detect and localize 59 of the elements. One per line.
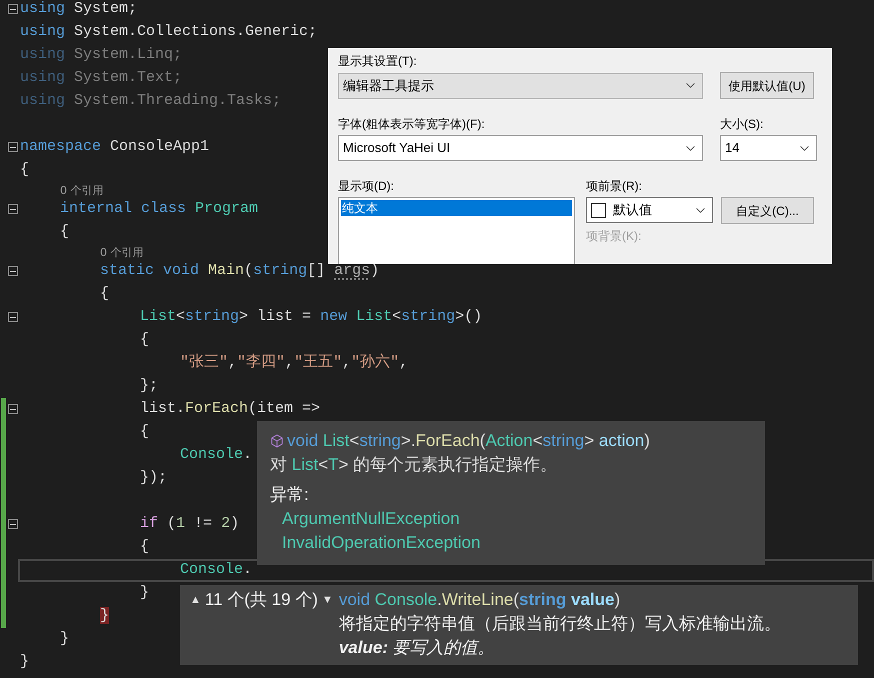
code-line: { (140, 330, 150, 350)
field-label: 显示项(D): (338, 178, 395, 195)
previous-overload-button[interactable]: ▲ (190, 588, 201, 612)
collapse-icon[interactable] (8, 142, 18, 152)
field-label: 显示其设置(T): (338, 53, 418, 70)
code-line: internal class Program (60, 199, 258, 220)
field-label: 字体(粗体表示等宽字体)(F): (338, 116, 486, 133)
code-line: List<string> list = new List<string>() (140, 307, 482, 328)
code-line: { (140, 537, 150, 558)
code-line: }); (140, 468, 168, 488)
color-swatch (591, 202, 606, 218)
code-line: Console. (180, 445, 252, 466)
collapse-icon[interactable] (8, 519, 18, 529)
exceptions-heading: 异常: (270, 484, 309, 506)
code-line: if (1 != 2) (140, 514, 240, 534)
parameter-doc: value: 要写入的值。 (338, 637, 495, 659)
font-select[interactable]: Microsoft YaHei UI (338, 135, 703, 161)
code-line: namespace ConsoleApp1 (20, 137, 210, 158)
code-line: using System.Linq; (20, 45, 182, 66)
field-label: 项背景(K): (586, 228, 642, 245)
code-line: { (60, 222, 70, 242)
description-text: 将指定的字符串值（后跟当前行终止符）写入标准输出流。 (338, 613, 781, 635)
code-line: { (140, 422, 150, 442)
code-line: list.ForEach(item => (140, 399, 320, 420)
collapse-icon[interactable] (8, 204, 18, 214)
code-line: Console. (180, 560, 252, 580)
signature-text: void Console.WriteLine(string value) (338, 589, 620, 611)
custom-button[interactable]: 自定义(C)... (721, 197, 814, 224)
code-line: using System.Text; (20, 68, 182, 88)
exception-link[interactable]: ArgumentNullException (270, 507, 460, 531)
description-text: 对 List<T> 的每个元素执行指定操作。 (270, 454, 558, 476)
exception-link[interactable]: InvalidOperationException (270, 531, 480, 555)
collapse-icon[interactable] (8, 266, 18, 276)
code-line: using System; (20, 0, 138, 20)
code-line: } (60, 629, 70, 650)
code-line: { (20, 160, 30, 180)
next-overload-button[interactable]: ▼ (322, 588, 333, 612)
foreground-select[interactable]: 默认值 (586, 197, 713, 223)
collapse-icon[interactable] (8, 404, 18, 414)
code-line: "张三","李四","王五","孙六", (180, 352, 408, 374)
cube-icon (270, 434, 284, 448)
setting-select[interactable]: 编辑器工具提示 (338, 72, 703, 98)
code-line: using System.Threading.Tasks; (20, 91, 282, 112)
reference-count-link[interactable]: 0 个引用 (60, 184, 104, 196)
list-item[interactable]: 纯文本 (341, 200, 572, 216)
field-label: 项前景(R): (586, 178, 643, 195)
code-line: using System.Collections.Generic; (20, 22, 318, 42)
code-line: { (100, 284, 110, 304)
collapse-icon[interactable] (8, 4, 18, 14)
code-line: } (20, 652, 30, 672)
default-button[interactable]: 使用默认值(U) (720, 72, 814, 99)
reference-count-link[interactable]: 0 个引用 (100, 246, 144, 258)
field-label: 大小(S): (720, 116, 764, 133)
size-select[interactable]: 14 (720, 135, 817, 161)
signature-text: void List<string>.ForEach(Action<string> action) (287, 430, 650, 452)
overload-counter: 11 个(共 19 个) (204, 589, 318, 611)
code-line: }; (140, 376, 158, 396)
collapse-icon[interactable] (8, 312, 18, 322)
code-line: } (140, 583, 150, 604)
